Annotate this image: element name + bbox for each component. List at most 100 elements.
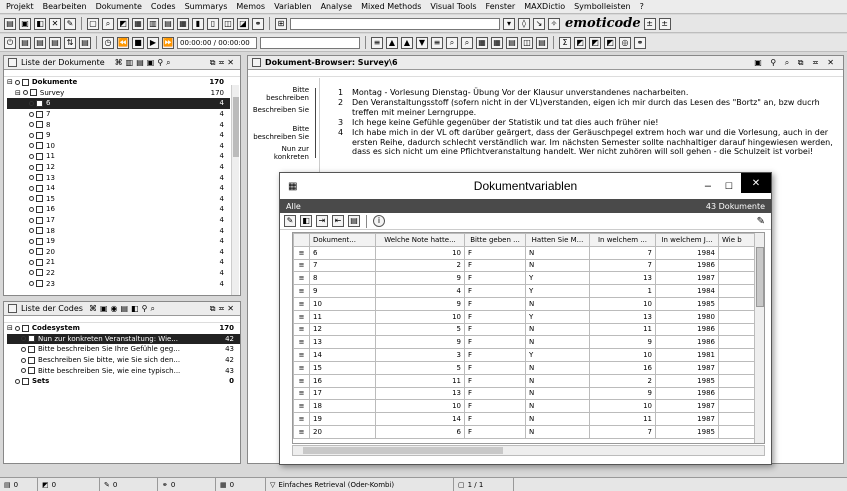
doc-icon[interactable]: ▤ [34, 36, 46, 49]
table-cell[interactable]: 1986 [655, 335, 719, 350]
doc-icon[interactable]: ▢ [87, 17, 99, 30]
document-item[interactable]: 19 4 [7, 236, 230, 247]
document-item[interactable]: 18 4 [7, 225, 230, 236]
row-handle-icon[interactable]: ≡ [293, 309, 310, 324]
table-cell[interactable]: N [525, 360, 590, 375]
coding-stripe-label[interactable]: Bitte beschreiben Sie [248, 125, 309, 141]
table-cell[interactable]: F [464, 296, 526, 311]
table-cell[interactable]: 14 [375, 412, 465, 426]
table-cell[interactable]: 8 [309, 271, 376, 286]
table-cell[interactable]: 11 [309, 309, 376, 324]
table-cell[interactable]: 1987 [655, 360, 719, 375]
table-cell[interactable]: F [464, 309, 526, 324]
table-cell[interactable]: N [525, 412, 590, 426]
row-handle-icon[interactable]: ≡ [293, 399, 310, 414]
minimize-button[interactable]: – [705, 180, 711, 192]
table-cell[interactable]: 16 [589, 360, 656, 375]
grid-icon[interactable]: ▦ [491, 36, 503, 49]
table-row[interactable]: ≡ 10 9 F N 10 1985 [293, 296, 764, 311]
code-list-tools[interactable]: ⌘▣◉▤◧⚲⌕ [89, 304, 158, 314]
table-horizontal-scrollbar[interactable] [292, 445, 765, 456]
code-item[interactable]: Nun zur konkreten Veranstaltung: Wie... 4… [7, 333, 240, 345]
menu-item[interactable]: Analyse [321, 2, 353, 11]
table-cell[interactable]: 1984 [655, 245, 719, 260]
table-cell[interactable]: N [525, 373, 590, 388]
column-header[interactable]: Bitte geben ... [464, 233, 526, 247]
panel-window-controls[interactable]: ⧉ ≖ ✕ [210, 304, 234, 314]
table-cell[interactable]: Y [525, 309, 590, 324]
table-cell[interactable]: F [464, 258, 526, 273]
menu-item[interactable]: Visual Tools [430, 2, 476, 11]
table-cell[interactable]: 10 [309, 296, 376, 311]
table-vertical-scrollbar[interactable] [754, 233, 764, 443]
paragraph[interactable]: 3 Ich hege keine Gefühle gegenüber der St… [338, 118, 835, 128]
table-cell[interactable]: F [464, 373, 526, 388]
column-header[interactable]: Dokument... [309, 233, 376, 247]
table-cell[interactable]: F [464, 424, 526, 439]
table-cell[interactable]: 15 [309, 360, 376, 375]
table-cell[interactable]: 10 [589, 296, 656, 311]
matrix-icon[interactable]: ▦ [177, 17, 189, 30]
align-icon[interactable]: ≡ [371, 36, 383, 49]
document-item[interactable]: 16 4 [7, 204, 230, 215]
table-cell[interactable]: 2 [375, 258, 465, 273]
menu-item[interactable]: MAXDictio [524, 2, 565, 11]
table-cell[interactable]: N [525, 386, 590, 401]
window-icon[interactable]: ◫ [222, 17, 234, 30]
link-icon[interactable]: ⚭ [634, 36, 646, 49]
table-cell[interactable]: 1987 [655, 412, 719, 426]
table-cell[interactable]: 1986 [655, 258, 719, 273]
menu-item[interactable]: Summarys [185, 2, 228, 11]
table-cell[interactable]: Y [525, 284, 590, 298]
arrow-up-icon[interactable]: ▲ [401, 36, 413, 49]
table-row[interactable]: ≡ 7 2 F N 7 1986 [293, 258, 764, 273]
grid-icon[interactable]: ▦ [476, 36, 488, 49]
row-handle-icon[interactable]: ≡ [293, 284, 310, 298]
table-row[interactable]: ≡ 17 13 F N 9 1986 [293, 386, 764, 401]
table-icon[interactable]: ▤ [506, 36, 518, 49]
document-item[interactable]: 22 4 [7, 268, 230, 279]
menu-item[interactable]: Codes [151, 2, 176, 11]
emoticon-icon[interactable]: ✧ [548, 17, 560, 30]
table-cell[interactable]: 19 [309, 412, 376, 426]
menu-item[interactable]: Projekt [6, 2, 34, 11]
menu-item[interactable]: Fenster [486, 2, 516, 11]
table-icon[interactable]: ▤ [162, 17, 174, 30]
menu-item[interactable]: Symbolleisten [574, 2, 630, 11]
table-row[interactable]: ≡ 11 10 F Y 13 1980 [293, 309, 764, 324]
code-item[interactable]: Beschreiben Sie bitte, wie Sie sich den.… [7, 355, 240, 366]
table-row[interactable]: ≡ 15 5 F N 16 1987 [293, 360, 764, 375]
document-item[interactable]: 74 [7, 109, 230, 120]
table-cell[interactable]: 1 [589, 284, 656, 298]
table-cell[interactable]: 17 [309, 386, 376, 401]
table-cell[interactable]: 1987 [655, 399, 719, 414]
paragraph[interactable]: 1 Montag - Vorlesung Dienstag- Übung Vor … [338, 88, 835, 98]
import-icon[interactable]: ⇥ [316, 215, 328, 227]
font-size-up-icon[interactable]: ± [643, 17, 656, 30]
pin-icon[interactable]: ✎ [757, 216, 765, 227]
row-handle-icon[interactable]: ≡ [293, 245, 310, 260]
coding-stripe-label[interactable]: Bitte beschreiben [248, 86, 309, 102]
row-handle-icon[interactable]: ≡ [293, 258, 310, 273]
document-item[interactable]: 64 [7, 98, 230, 109]
table-cell[interactable]: F [464, 335, 526, 350]
arrow-down-icon[interactable]: ▾ [503, 17, 515, 30]
paragraph[interactable]: 2 Den Veranstaltungsstoff (sofern nicht i… [338, 98, 835, 117]
table-cell[interactable]: 4 [375, 284, 465, 298]
forward-icon[interactable]: ⏩ [162, 36, 174, 49]
code-icon[interactable]: ◩ [117, 17, 129, 30]
table-cell[interactable]: 1985 [655, 373, 719, 388]
table-cell[interactable]: 16 [309, 373, 376, 388]
table-row[interactable]: ≡ 8 9 F Y 13 1987 [293, 271, 764, 286]
row-handle-icon[interactable]: ≡ [293, 373, 310, 388]
diamond-icon[interactable]: ◊ [518, 17, 530, 30]
code-root[interactable]: ⊟ Codesystem 170 [7, 323, 240, 334]
map-icon[interactable]: ◪ [237, 17, 249, 30]
table-cell[interactable]: N [525, 258, 590, 273]
row-handle-icon[interactable]: ≡ [293, 360, 310, 375]
search-icon[interactable]: ⌕ [446, 36, 458, 49]
info-icon[interactable]: i [373, 215, 385, 227]
table-cell[interactable]: 7 [589, 245, 656, 260]
edit-icon[interactable]: ✎ [284, 215, 296, 227]
export-icon[interactable]: ⇤ [332, 215, 344, 227]
